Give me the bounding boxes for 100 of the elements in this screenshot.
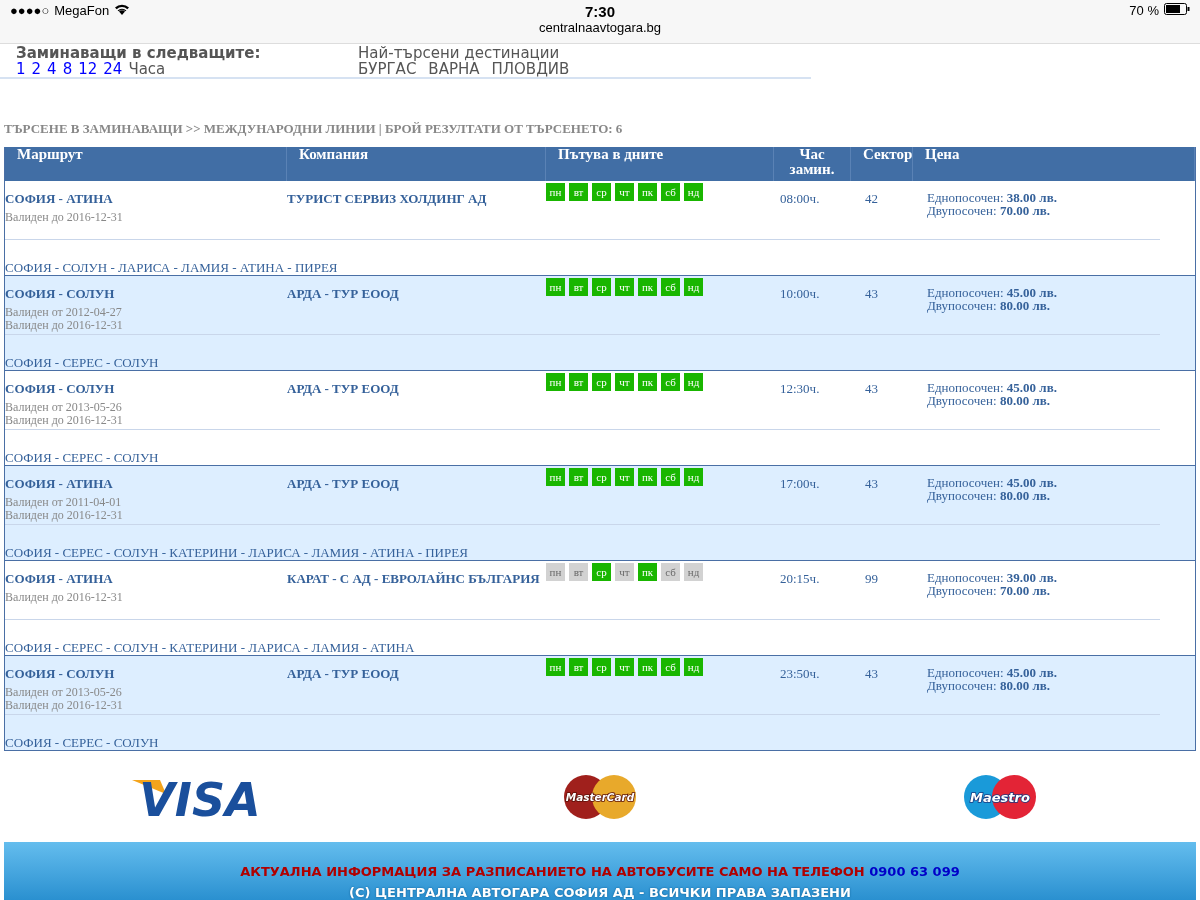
visa-logo: VISA [130, 773, 270, 820]
one-way-price: Еднопосочен: 38.00 лв. [927, 191, 1058, 205]
schedule-notice: АКТУАЛНА ИНФОРМАЦИЯ ЗА РАЗПИСАНИЕТО НА АВТОБУСИТЕ САМО НА ТЕЛЕФОН [240, 864, 865, 879]
phone-number[interactable]: 0900 63 099 [869, 864, 960, 879]
validity-date: Валиден до 2016-12-31 [5, 509, 124, 523]
weekday-tag: пк [638, 468, 657, 487]
clock-time: 7:30 [585, 3, 615, 20]
validity-date: Валиден от 2013-05-26 [5, 686, 123, 700]
weekday-tag: сб [661, 278, 680, 297]
one-way-price: Еднопосочен: 45.00 лв. [927, 286, 1058, 300]
sector-number: 42 [865, 191, 879, 208]
weekday-tag: нд [684, 183, 703, 202]
route-stops: СОФИЯ - СЕРЕС - СОЛУН [5, 734, 160, 751]
company-name[interactable]: АРДА - ТУР ЕООД [287, 476, 546, 493]
route-name[interactable]: СОФИЯ - СОЛУН [5, 666, 287, 683]
weekday-tag: чт [615, 658, 634, 677]
weekday-tag: пн [546, 468, 565, 487]
weekday-tag: вт [569, 468, 588, 487]
weekday-tag: пк [638, 183, 657, 202]
battery-icon [1164, 3, 1190, 15]
weekday-tag: ср [592, 468, 611, 487]
hours-link[interactable]: 4 [47, 61, 57, 78]
return-price: Двупосочен: 70.00 лв. [927, 584, 1051, 598]
hours-unit: Часа [128, 61, 166, 78]
weekday-tag: вт [569, 373, 588, 392]
weekday-tag: чт [615, 183, 634, 202]
route-stops: СОФИЯ - СОЛУН - ЛАРИСА - ЛАМИЯ - АТИНА - ПИРЕЯ [5, 259, 339, 276]
validity-date: Валиден до 2016-12-31 [5, 591, 124, 605]
company-name[interactable]: АРДА - ТУР ЕООД [287, 286, 546, 303]
weekday-tag: чт [615, 278, 634, 297]
destination-link[interactable]: ВАРНА [428, 61, 480, 78]
weekday-tag: пк [638, 658, 657, 677]
url-bar[interactable]: centralnaavtogara.bg [538, 20, 662, 35]
route-name[interactable]: СОФИЯ - СОЛУН [5, 286, 287, 303]
weekday-tag: сб [661, 183, 680, 202]
weekday-tag: пн [546, 563, 565, 582]
one-way-price: Еднопосочен: 45.00 лв. [927, 476, 1058, 490]
company-name[interactable]: ТУРИСТ СЕРВИЗ ХОЛДИНГ АД [287, 191, 546, 208]
weekday-tag: нд [684, 658, 703, 677]
destination-link[interactable]: ПЛОВДИВ [491, 61, 570, 78]
route-name[interactable]: СОФИЯ - АТИНА [5, 191, 287, 208]
weekday-tag: нд [684, 373, 703, 392]
weekday-tag: пн [546, 278, 565, 297]
route-stops: СОФИЯ - СЕРЕС - СОЛУН - КАТЕРИНИ - ЛАРИСА - ЛАМИЯ - АТИНА - ПИРЕЯ [5, 544, 469, 561]
return-price: Двупосочен: 80.00 лв. [927, 299, 1051, 313]
one-way-price: Еднопосочен: 45.00 лв. [927, 666, 1058, 680]
sector-number: 43 [865, 286, 879, 303]
departure-time: 23:50ч. [780, 666, 821, 683]
weekday-tag: чт [615, 563, 634, 582]
weekday-tag: ср [592, 278, 611, 297]
company-name[interactable]: КАРАТ - С АД - ЕВРОЛАЙНС БЪЛГАРИЯ [287, 571, 546, 588]
weekday-tag: пк [638, 278, 657, 297]
results-heading: ТЪРСЕНЕ В ЗАМИНАВАЩИ >> МЕЖДУНАРОДНИ ЛИНИИ | БРОЙ РЕЗУЛТАТИ ОТ ТЪРСЕНЕТО: 6 [3, 120, 624, 139]
hours-link[interactable]: 8 [62, 61, 73, 78]
return-price: Двупосочен: 80.00 лв. [927, 394, 1051, 408]
departures-label: Заминаващи в следващите: [16, 45, 262, 62]
destination-link[interactable]: БУРГАС [358, 61, 417, 78]
hours-link[interactable]: 2 [31, 61, 42, 78]
route-name[interactable]: СОФИЯ - АТИНА [5, 476, 287, 493]
signal-strength: ●●●●○ [10, 3, 50, 18]
hours-link[interactable]: 1 [16, 61, 26, 78]
weekday-tag: вт [569, 563, 588, 582]
departure-time: 10:00ч. [780, 286, 821, 303]
weekday-tag: ср [592, 373, 611, 392]
validity-date: Валиден до 2016-12-31 [5, 414, 124, 428]
weekday-tag: пн [546, 183, 565, 202]
validity-date: Валиден от 2013-05-26 [5, 401, 123, 415]
weekday-tag: сб [661, 658, 680, 677]
route-name[interactable]: СОФИЯ - АТИНА [5, 571, 287, 588]
route-stops: СОФИЯ - СЕРЕС - СОЛУН [5, 354, 160, 371]
route-name[interactable]: СОФИЯ - СОЛУН [5, 381, 287, 398]
weekday-tag: ср [592, 658, 611, 677]
return-price: Двупосочен: 70.00 лв. [927, 204, 1051, 218]
validity-date: Валиден до 2016-12-31 [5, 699, 124, 713]
company-name[interactable]: АРДА - ТУР ЕООД [287, 666, 546, 683]
weekday-tag: вт [569, 658, 588, 677]
weekday-tag: нд [684, 468, 703, 487]
weekday-tag: пн [546, 658, 565, 677]
weekday-tag: нд [684, 563, 703, 582]
weekday-tag: ср [592, 563, 611, 582]
validity-date: Валиден до 2016-12-31 [5, 319, 124, 333]
popular-destinations-label: Най-търсени дестинации [358, 45, 560, 62]
hours-link[interactable]: 24 [103, 61, 123, 78]
one-way-price: Еднопосочен: 39.00 лв. [927, 571, 1058, 585]
validity-date: Валиден от 2012-04-27 [5, 306, 123, 320]
one-way-price: Еднопосочен: 45.00 лв. [927, 381, 1058, 395]
sector-number: 43 [865, 381, 879, 398]
weekday-tag: чт [615, 373, 634, 392]
weekday-tag: пк [638, 373, 657, 392]
departure-time: 20:15ч. [780, 571, 821, 588]
sector-number: 43 [865, 476, 879, 493]
carrier-name: MegaFon [54, 3, 110, 18]
departure-time: 12:30ч. [780, 381, 821, 398]
validity-date: Валиден от 2011-04-01 [5, 496, 123, 510]
departure-time: 17:00ч. [780, 476, 821, 493]
company-name[interactable]: АРДА - ТУР ЕООД [287, 381, 546, 398]
weekday-tag: ср [592, 183, 611, 202]
hours-link[interactable]: 12 [78, 61, 98, 78]
wifi-icon [114, 3, 131, 15]
route-stops: СОФИЯ - СЕРЕС - СОЛУН - КАТЕРИНИ - ЛАРИСА - ЛАМИЯ - АТИНА [5, 639, 416, 656]
